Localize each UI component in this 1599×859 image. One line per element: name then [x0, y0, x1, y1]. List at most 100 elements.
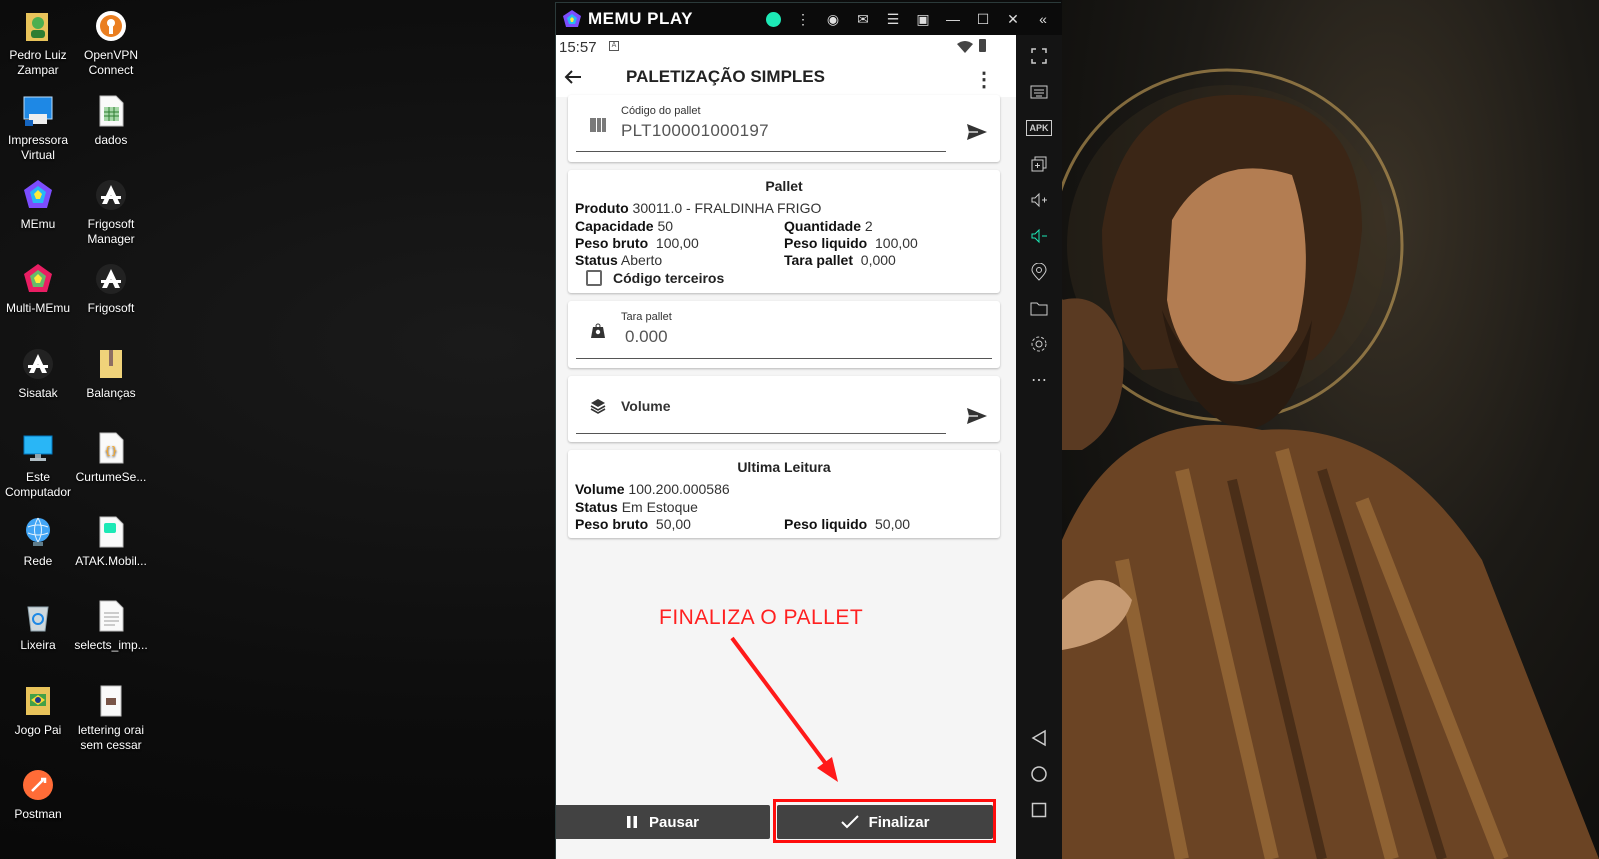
desktop-icon-lixeira[interactable]: Lixeira — [0, 598, 76, 653]
folder-icon[interactable] — [1016, 293, 1062, 323]
codigo-terceiros-checkbox[interactable] — [586, 270, 602, 286]
pause-button[interactable]: Pausar — [556, 805, 770, 839]
desktop-icon-postman[interactable]: Postman — [0, 767, 76, 822]
multi-instance-icon[interactable] — [1016, 149, 1062, 179]
fullscreen-icon[interactable] — [1016, 41, 1062, 71]
collapse-sidebar-icon[interactable]: « — [1030, 3, 1056, 35]
wallpaper-painting — [1062, 0, 1599, 859]
mail-icon[interactable]: ✉ — [850, 3, 876, 35]
menu-icon[interactable]: ☰ — [880, 3, 906, 35]
ultima-leitura-card: Ultima Leitura Volume 100.200.000586 Sta… — [568, 450, 1000, 538]
desktop-icon-frigosoft-manager[interactable]: Frigosoft Manager — [73, 177, 149, 247]
maximize-icon[interactable]: ☐ — [970, 3, 996, 35]
capacidade-row: Capacidade 50 — [575, 218, 674, 234]
android-status-bar: 15:57 A — [556, 35, 1016, 59]
pallet-code-input[interactable]: PLT100001000197 — [621, 121, 769, 141]
desktop-icon-curtumese[interactable]: {} CurtumeSe... — [73, 430, 149, 485]
location-pin-icon[interactable] — [1016, 257, 1062, 287]
peso-bruto-row: Peso bruto 50,00 — [575, 516, 691, 532]
annotation-arrow — [730, 636, 838, 782]
pallet-info-card: Pallet Produto 30011.0 - FRALDINHA FRIGO… — [568, 170, 1000, 293]
back-arrow-icon[interactable] — [564, 68, 582, 91]
pallet-code-label: Código do pallet — [621, 105, 701, 117]
layers-icon — [590, 398, 606, 419]
more-vertical-icon[interactable]: ⋮ — [790, 3, 816, 35]
desktop-icon-rede[interactable]: Rede — [0, 514, 76, 569]
atak-logo-icon — [93, 177, 129, 213]
volume-up-icon[interactable] — [1016, 185, 1062, 215]
settings-gear-icon[interactable] — [1016, 329, 1062, 359]
nav-back-icon[interactable] — [1016, 723, 1062, 753]
volume-row: Volume 100.200.000586 — [575, 481, 730, 497]
svg-text:{}: {} — [104, 444, 117, 457]
account-icon[interactable]: ◉ — [820, 3, 846, 35]
desktop-icon-lettering[interactable]: lettering orai sem cessar — [73, 683, 149, 753]
desktop-icon-openvpn[interactable]: OpenVPN Connect — [73, 8, 149, 78]
page-title: PALETIZAÇÃO SIMPLES — [626, 67, 825, 86]
volume-underline — [576, 433, 946, 434]
desktop-icon-multi-memu[interactable]: Multi-MEmu — [0, 261, 76, 316]
send-icon[interactable] — [966, 123, 988, 146]
quantidade-row: Quantidade 2 — [784, 218, 873, 234]
status-time: 15:57 — [559, 39, 597, 56]
barcode-icon — [590, 117, 606, 138]
nav-home-icon[interactable] — [1016, 759, 1062, 789]
tara-pallet-row: Tara pallet 0,000 — [784, 252, 896, 268]
app-store-icon[interactable] — [760, 3, 786, 35]
close-icon[interactable]: ✕ — [1000, 3, 1026, 35]
status-row: Status Em Estoque — [575, 499, 698, 515]
desktop-icon-sisatak[interactable]: Sisatak — [0, 346, 76, 401]
wifi-icon — [957, 40, 973, 57]
overflow-menu-icon[interactable]: ⋮ — [974, 67, 994, 92]
multi-memu-icon — [20, 261, 56, 297]
pause-icon — [625, 815, 649, 829]
postman-logo-icon — [20, 767, 56, 803]
memu-logo-icon — [20, 177, 56, 213]
tara-pallet-input[interactable]: 0.000 — [625, 327, 668, 347]
desktop-icon-impressora[interactable]: Impressora Virtual — [0, 93, 76, 163]
desktop-icon-este-computador[interactable]: Este Computador — [0, 430, 76, 500]
emulator-title-bar[interactable]: MEMU PLAY ⋮ ◉ ✉ ☰ ▣ — ☐ ✕ « — [556, 3, 1062, 35]
tara-pallet-card: Tara pallet 0.000 — [568, 301, 1000, 368]
desktop-icon-user-folder[interactable]: Pedro Luiz Zampar — [0, 8, 76, 78]
pallet-code-card: Código do pallet PLT100001000197 — [568, 95, 1000, 162]
pallet-code-underline — [576, 151, 946, 152]
app-bar: PALETIZAÇÃO SIMPLES ⋮ — [556, 59, 1016, 97]
screen-record-icon[interactable]: ▣ — [910, 3, 936, 35]
openvpn-logo-icon — [93, 8, 129, 44]
keyboard-icon[interactable] — [1016, 77, 1062, 107]
desktop-icon-atak-mobile[interactable]: ATAK.Mobil... — [73, 514, 149, 569]
desktop-icon-memu[interactable]: MEmu — [0, 177, 76, 232]
send-icon[interactable] — [966, 407, 988, 430]
folder-brazil-icon — [20, 683, 56, 719]
volume-down-icon[interactable] — [1016, 221, 1062, 251]
desktop-icon-jogo-pai[interactable]: Jogo Pai — [0, 683, 76, 738]
printer-icon — [20, 93, 56, 129]
desktop-icon-frigosoft[interactable]: Frigosoft — [73, 261, 149, 316]
apk-install-icon[interactable]: APK — [1016, 113, 1062, 143]
image-file-icon — [93, 683, 129, 719]
more-horizontal-icon[interactable]: ⋯ — [1016, 365, 1062, 395]
peso-bruto-row: Peso bruto 100,00 — [575, 235, 699, 251]
json-file-icon: {} — [93, 430, 129, 466]
annotation-label: FINALIZA O PALLET — [659, 606, 864, 629]
atak-logo-icon — [20, 346, 56, 382]
minimize-icon[interactable]: — — [940, 3, 966, 35]
scale-weight-icon — [590, 323, 606, 344]
memu-brand: MEMU PLAY — [562, 9, 693, 29]
emulator-toolbar: APK ⋯ — [1016, 35, 1062, 859]
network-globe-icon — [20, 514, 56, 550]
nav-recent-icon[interactable] — [1016, 795, 1062, 825]
desktop-icon-selects[interactable]: selects_imp... — [73, 598, 149, 653]
volume-input[interactable]: Volume — [621, 398, 671, 414]
pallet-heading: Pallet — [765, 178, 803, 194]
notification-icon: A — [609, 41, 619, 51]
desktop-icon-dados[interactable]: dados — [73, 93, 149, 148]
recycle-bin-icon — [20, 598, 56, 634]
desktop-icon-balancas[interactable]: Balanças — [73, 346, 149, 401]
apk-file-icon — [93, 514, 129, 550]
finish-highlight-box — [773, 799, 996, 843]
computer-icon — [20, 430, 56, 466]
status-row: Status Aberto — [575, 252, 663, 268]
produto-row: Produto 30011.0 - FRALDINHA FRIGO — [575, 200, 822, 216]
